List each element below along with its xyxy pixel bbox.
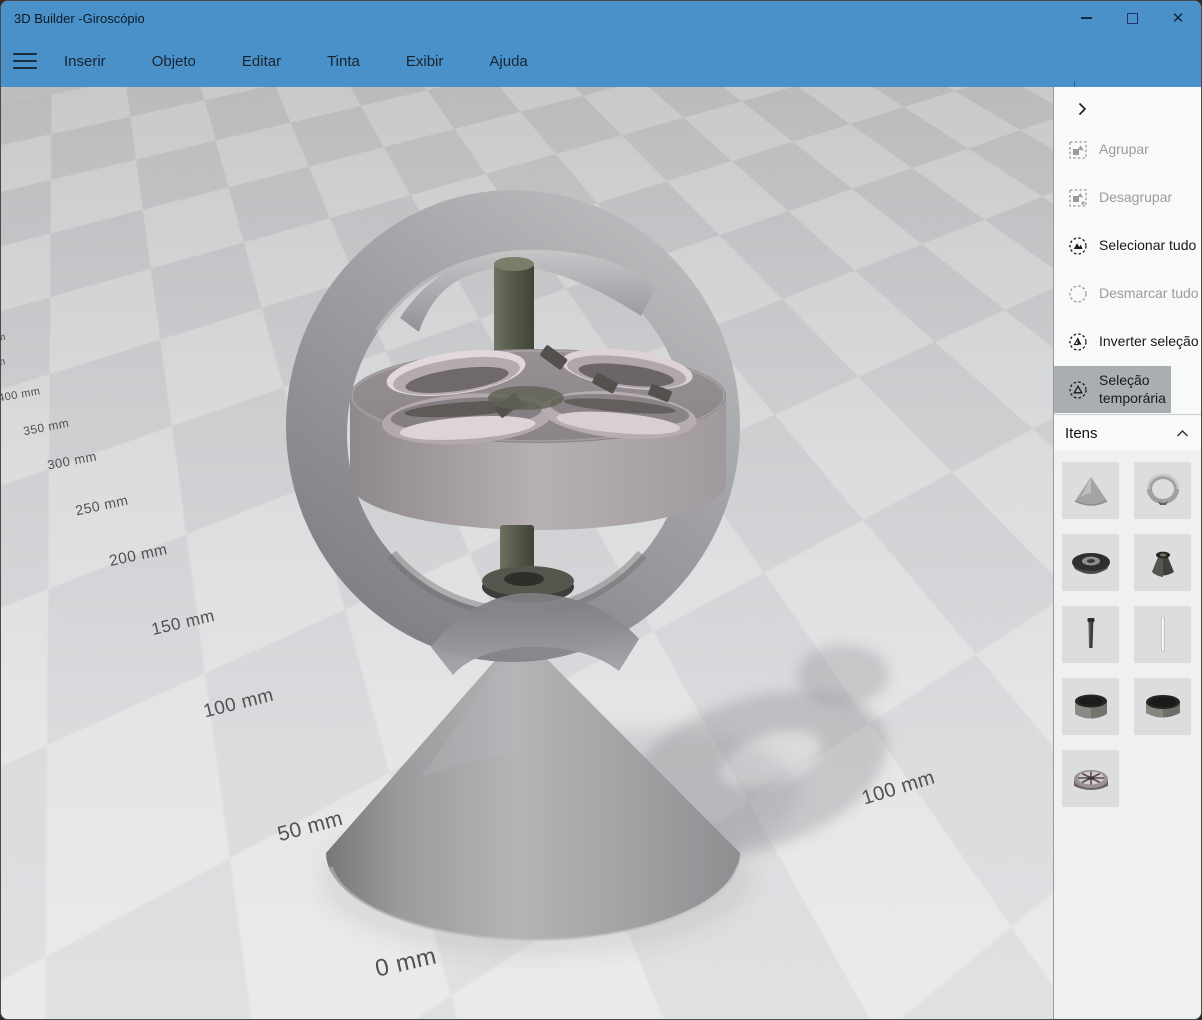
menu-item-editar[interactable]: Editar — [219, 35, 304, 87]
select-none-icon — [1068, 284, 1088, 304]
invert-selection-icon — [1068, 332, 1088, 352]
menu-item-ajuda[interactable]: Ajuda — [466, 35, 550, 87]
tool-label: Agrupar — [1099, 141, 1149, 158]
items-header: Itens — [1054, 415, 1202, 451]
items-grid — [1062, 462, 1196, 807]
item-thumbnail-cylinder-cup-2[interactable] — [1134, 678, 1191, 735]
item-thumbnail-flywheel-disc[interactable] — [1062, 534, 1119, 591]
minimize-icon — [1081, 17, 1092, 19]
item-thumbnail-axle-dark[interactable] — [1062, 606, 1119, 663]
tool-label: Desmarcar tudo — [1099, 285, 1199, 302]
close-icon: ✕ — [1172, 11, 1185, 26]
item-thumbnail-hub-cone[interactable] — [1134, 534, 1191, 591]
selection-tools-list: Agrupar Desagrupar Selecionar tudo Desmarca… — [1054, 126, 1202, 413]
gyroscope-model[interactable] — [1, 87, 1053, 1019]
tool-label: Desagrupar — [1099, 189, 1172, 206]
tool-label: Seleção temporária — [1099, 372, 1171, 406]
tool-temp-selection[interactable]: Seleção temporária — [1054, 366, 1171, 413]
ungroup-icon — [1068, 188, 1088, 208]
menu-item-objeto[interactable]: Objeto — [129, 35, 219, 87]
maximize-button[interactable] — [1109, 1, 1155, 35]
titlebar[interactable]: 3D Builder -Giroscópio ✕ — [1, 1, 1201, 35]
viewport-3d[interactable]: 500 mm450 mm400 mm350 mm300 mm250 mm200 … — [1, 87, 1053, 1019]
temp-selection-icon — [1068, 380, 1088, 400]
side-panel: Agrupar Desagrupar Selecionar tudo Desmarca… — [1053, 87, 1202, 1019]
chevron-up-icon — [1176, 429, 1189, 438]
item-thumbnail-cylinder-cup-1[interactable] — [1062, 678, 1119, 735]
close-button[interactable]: ✕ — [1155, 1, 1201, 35]
items-title: Itens — [1065, 425, 1098, 442]
panel-expand-button[interactable] — [1068, 95, 1096, 123]
tool-label: Inverter seleção — [1099, 333, 1199, 350]
flywheel-hub — [488, 386, 564, 410]
minimize-button[interactable] — [1063, 1, 1109, 35]
hamburger-menu-button[interactable] — [1, 35, 49, 87]
app-window: 3D Builder -Giroscópio ✕ InserirObjetoEd… — [0, 0, 1202, 1020]
menu-items: InserirObjetoEditarTintaExibirAjuda — [49, 35, 551, 87]
items-collapse-button[interactable] — [1173, 424, 1191, 442]
tool-group: Agrupar — [1054, 126, 1202, 174]
chevron-right-icon — [1075, 102, 1089, 116]
menubar: InserirObjetoEditarTintaExibirAjuda Impr… — [1, 35, 1201, 87]
tool-label: Selecionar tudo — [1099, 237, 1196, 254]
select-all-icon — [1068, 236, 1088, 256]
tool-select-none: Desmarcar tudo — [1054, 270, 1202, 318]
item-thumbnail-axle-light[interactable] — [1134, 606, 1191, 663]
tool-invert-selection[interactable]: Inverter seleção — [1054, 318, 1202, 366]
tool-select-all[interactable]: Selecionar tudo — [1054, 222, 1202, 270]
item-thumbnail-cone-base[interactable] — [1062, 462, 1119, 519]
menu-item-exibir[interactable]: Exibir — [383, 35, 467, 87]
group-icon — [1068, 140, 1088, 160]
item-thumbnail-gimbal-ring[interactable] — [1134, 462, 1191, 519]
menu-item-inserir[interactable]: Inserir — [49, 35, 129, 87]
flywheel — [350, 342, 726, 530]
maximize-icon — [1127, 13, 1138, 24]
tool-ungroup: Desagrupar — [1054, 174, 1202, 222]
window-title: 3D Builder -Giroscópio — [14, 11, 145, 26]
axle-lower — [482, 525, 574, 603]
window-header: 3D Builder -Giroscópio ✕ InserirObjetoEd… — [1, 1, 1201, 87]
menu-item-tinta[interactable]: Tinta — [304, 35, 383, 87]
item-thumbnail-gyro-wheel[interactable] — [1062, 750, 1119, 807]
